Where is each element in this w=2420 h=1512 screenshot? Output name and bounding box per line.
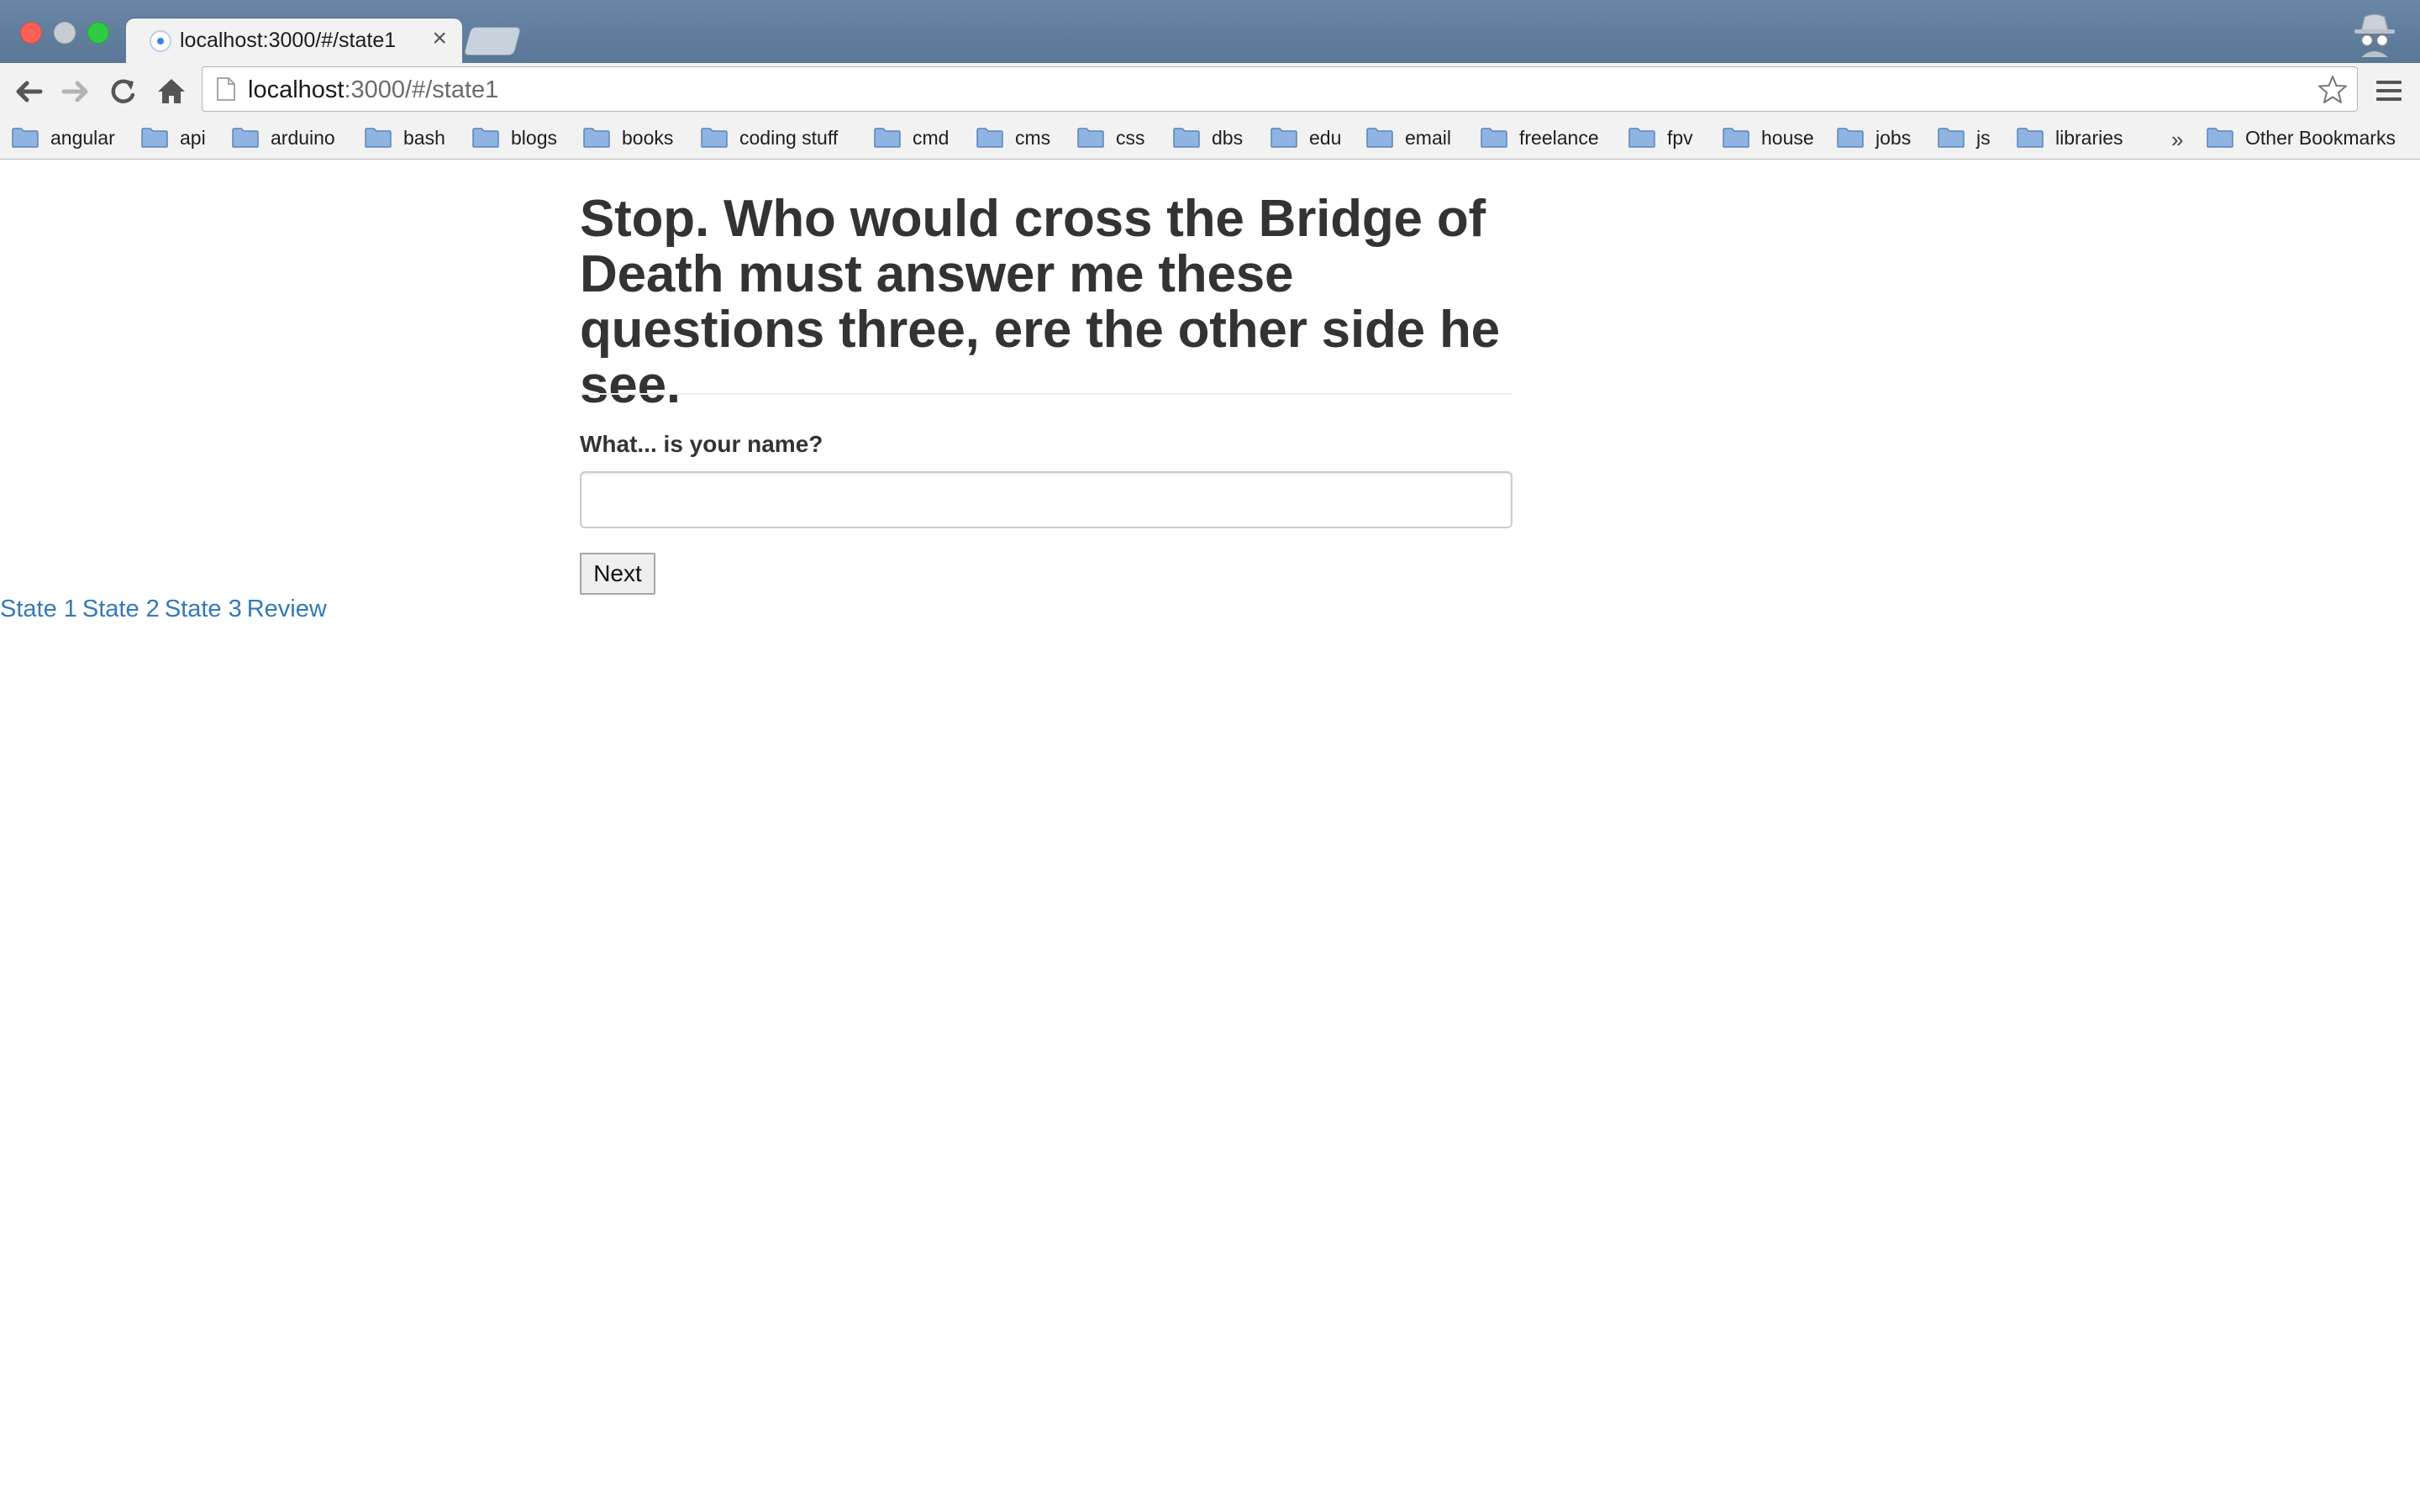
name-input[interactable] (580, 471, 1512, 528)
bookmark-label: coding stuff (739, 126, 839, 149)
bookmark-folder[interactable]: coding stuff (701, 123, 838, 152)
folder-icon (1938, 128, 1965, 148)
bookmark-label: cms (1015, 126, 1051, 149)
page-content: Stop. Who would cross the Bridge of Deat… (580, 190, 1512, 595)
bookmark-folder[interactable]: jobs (1837, 123, 1911, 152)
folder-icon (365, 128, 392, 148)
tab-title: localhost:3000/#/state1 (180, 29, 397, 52)
state-navigation: State 1 State 2 State 3 Review (0, 596, 332, 623)
bookmark-label: books (622, 126, 674, 149)
bookmark-label: freelance (1519, 126, 1599, 149)
bookmark-folder[interactable]: bash (365, 123, 445, 152)
bookmark-label: libraries (2055, 126, 2123, 149)
heading-divider (580, 393, 1512, 395)
url-path: :3000/#/state1 (344, 76, 499, 103)
bookmark-folder[interactable]: blogs (472, 123, 557, 152)
browser-toolbar: localhost:3000/#/state1 (0, 63, 2420, 118)
bookmark-folder[interactable]: js (1938, 123, 1991, 152)
browser-tab-strip: localhost:3000/#/state1 × (0, 0, 2420, 66)
bookmark-folder[interactable]: cms (976, 123, 1050, 152)
bookmark-folder[interactable]: libraries (2017, 123, 2123, 152)
address-bar[interactable]: localhost:3000/#/state1 (202, 66, 2358, 112)
bookmark-label: angular (50, 126, 115, 149)
folder-icon (874, 128, 901, 148)
bookmark-folder[interactable]: dbs (1173, 123, 1243, 152)
bookmark-label: js (1976, 126, 1991, 149)
folder-icon (12, 128, 39, 148)
browser-tab-active[interactable]: localhost:3000/#/state1 × (126, 18, 462, 66)
review-link[interactable]: Review (247, 596, 327, 622)
url-host: localhost (248, 76, 345, 103)
bookmark-folder[interactable]: house (1723, 123, 1814, 152)
bookmarks-overflow-chevron-icon[interactable]: » (2171, 127, 2183, 153)
folder-icon (472, 128, 499, 148)
folder-icon (976, 128, 1003, 148)
folder-icon (583, 128, 610, 148)
close-window-button[interactable] (20, 22, 42, 44)
back-icon[interactable] (12, 75, 45, 108)
bookmark-label: api (180, 126, 206, 149)
bookmark-folder[interactable]: books (583, 123, 673, 152)
bookmark-folder[interactable]: cmd (874, 123, 949, 152)
folder-icon (232, 128, 259, 148)
bookmark-label: jobs (1876, 126, 1912, 149)
bookmark-folder[interactable]: fpv (1628, 123, 1693, 152)
bookmark-label: fpv (1667, 126, 1693, 149)
other-bookmarks-label: Other Bookmarks (2245, 126, 2396, 149)
bookmark-label: css (1116, 126, 1145, 149)
folder-icon (1723, 128, 1749, 148)
bookmark-folder[interactable]: api (141, 123, 206, 152)
minimize-window-button[interactable] (54, 22, 76, 44)
bookmark-folder[interactable]: freelance (1481, 123, 1599, 152)
menu-icon[interactable] (2375, 76, 2403, 105)
folder-icon (2017, 128, 2044, 148)
bookmarks-bar: angular api arduino bash blogs books cod… (0, 118, 2420, 160)
bookmark-label: arduino (271, 126, 335, 149)
page-icon (217, 77, 235, 101)
bookmark-label: dbs (1212, 126, 1244, 149)
folder-icon (2207, 128, 2233, 148)
state-2-link[interactable]: State 2 (82, 596, 160, 622)
folder-icon (1366, 128, 1393, 148)
bookmark-folder[interactable]: edu (1270, 123, 1341, 152)
folder-icon (141, 128, 168, 148)
folder-icon (1837, 128, 1864, 148)
new-tab-button[interactable] (463, 27, 522, 55)
folder-icon (1173, 128, 1200, 148)
bookmark-folder[interactable]: angular (12, 123, 115, 152)
folder-icon (1077, 128, 1104, 148)
tab-close-icon[interactable]: × (432, 26, 447, 51)
state-1-link[interactable]: State 1 (0, 596, 77, 622)
bookmark-label: email (1405, 126, 1451, 149)
bookmark-label: edu (1309, 126, 1342, 149)
bookmark-folder[interactable]: arduino (232, 123, 335, 152)
star-icon[interactable] (2317, 74, 2349, 106)
name-field-label: What... is your name? (580, 431, 823, 457)
folder-icon (701, 128, 728, 148)
bookmark-label: bash (403, 126, 445, 149)
bookmark-folder[interactable]: email (1366, 123, 1451, 152)
loading-favicon-icon (150, 30, 171, 52)
folder-icon (1481, 128, 1507, 148)
other-bookmarks-folder[interactable]: Other Bookmarks (2207, 123, 2396, 152)
bookmark-folder[interactable]: css (1077, 123, 1145, 152)
page-heading: Stop. Who would cross the Bridge of Deat… (580, 190, 1500, 414)
folder-icon (1628, 128, 1655, 148)
bookmark-label: cmd (913, 126, 950, 149)
bookmark-label: blogs (511, 126, 557, 149)
reload-icon[interactable] (106, 75, 139, 108)
bookmark-label: house (1761, 126, 1814, 149)
home-icon[interactable] (155, 75, 188, 108)
next-button[interactable]: Next (580, 553, 655, 595)
address-url: localhost:3000/#/state1 (248, 76, 498, 104)
zoom-window-button[interactable] (87, 22, 109, 44)
forward-icon[interactable] (59, 75, 92, 108)
state-3-link[interactable]: State 3 (165, 596, 242, 622)
folder-icon (1270, 128, 1297, 148)
incognito-icon (2354, 13, 2395, 57)
